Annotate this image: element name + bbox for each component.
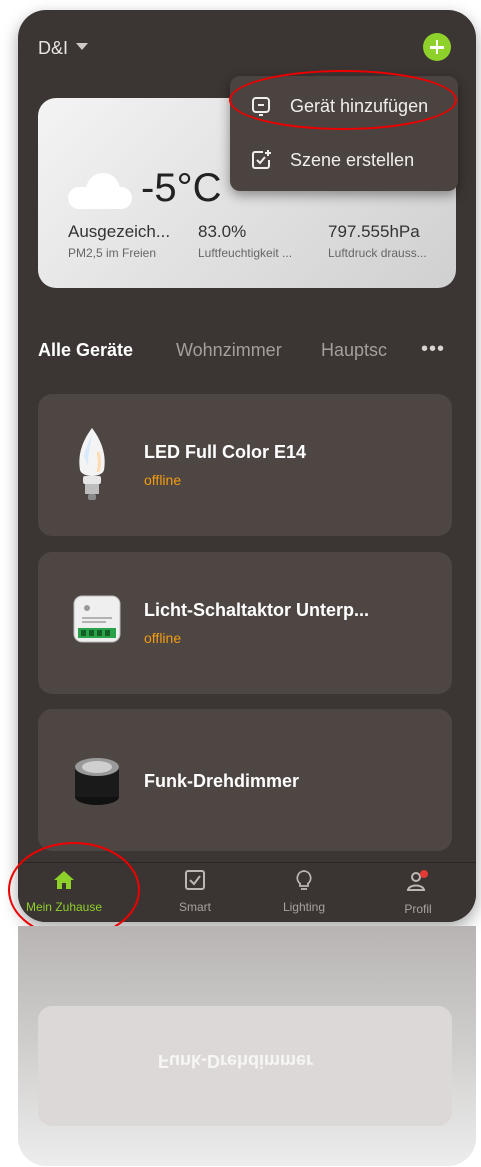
highlight-ring-menu xyxy=(229,70,457,130)
cloud-icon xyxy=(68,173,132,209)
nav-lighting[interactable]: Lighting xyxy=(254,869,354,914)
bulb-image-icon xyxy=(79,428,105,500)
device-card-dimmer[interactable]: Funk-Drehdimmer xyxy=(38,709,452,851)
add-icon[interactable] xyxy=(423,33,451,61)
highlight-ring-home xyxy=(8,842,140,938)
tab-all-devices[interactable]: Alle Geräte xyxy=(38,340,133,361)
tab-hauptschlafzimmer[interactable]: Hauptsc xyxy=(321,340,387,361)
stat-value: Ausgezeich... xyxy=(68,222,171,241)
room-tabs: Alle Geräte Wohnzimmer Hauptsc ••• xyxy=(18,338,476,370)
reflection-device-card: Funk-Drehdimmer xyxy=(38,1006,452,1126)
device-card-led[interactable]: LED Full Color E14 offline xyxy=(38,394,452,536)
weather-stat-pm25: Ausgezeich... PM2,5 im Freien xyxy=(68,222,170,260)
home-selector[interactable]: D&I xyxy=(38,38,68,59)
nav-smart[interactable]: Smart xyxy=(145,869,245,914)
stat-label: Luftdruck drauss... xyxy=(328,246,427,260)
scene-add-icon xyxy=(252,150,271,169)
phone-screen: D&I -5°C Ausgezeich... PM2,5 im Freien 8… xyxy=(18,10,476,922)
profile-icon xyxy=(406,870,428,891)
device-name: LED Full Color E14 xyxy=(144,442,307,462)
nav-label: Smart xyxy=(178,900,211,914)
phone-reflection: Funk-Drehdimmer xyxy=(18,926,476,1166)
bulb-icon xyxy=(296,870,312,890)
device-card-switch-actuator[interactable]: Licht-Schaltaktor Unterp... offline xyxy=(38,552,452,694)
weather-stat-pressure: 797.555hPa Luftdruck drauss... xyxy=(328,222,427,260)
device-name: Funk-Drehdimmer xyxy=(144,771,300,791)
reflection-text: Funk-Drehdimmer xyxy=(158,1051,314,1071)
device-status: offline xyxy=(144,630,182,646)
stat-label: Luftfeuchtigkeit ... xyxy=(198,246,293,260)
actuator-image-icon xyxy=(73,595,121,643)
dimmer-image-icon xyxy=(75,758,119,805)
device-name: Licht-Schaltaktor Unterp... xyxy=(144,600,370,620)
nav-profile[interactable]: Profil xyxy=(368,869,468,916)
menu-item-create-scene[interactable]: Szene erstellen xyxy=(230,136,458,184)
menu-item-label: Szene erstellen xyxy=(290,150,415,170)
tab-wohnzimmer[interactable]: Wohnzimmer xyxy=(176,340,282,361)
device-status: offline xyxy=(144,472,182,488)
weather-stat-humidity: 83.0% Luftfeuchtigkeit ... xyxy=(198,222,292,260)
stat-value: 797.555hPa xyxy=(328,222,420,241)
nav-label: Lighting xyxy=(282,900,326,914)
temperature: -5°C xyxy=(141,166,222,210)
stat-label: PM2,5 im Freien xyxy=(68,246,157,260)
nav-label: Profil xyxy=(404,902,432,916)
stat-value: 83.0% xyxy=(198,222,247,241)
chevron-down-icon[interactable] xyxy=(76,43,88,50)
checkbox-icon xyxy=(185,870,205,890)
more-icon[interactable]: ••• xyxy=(421,338,445,361)
